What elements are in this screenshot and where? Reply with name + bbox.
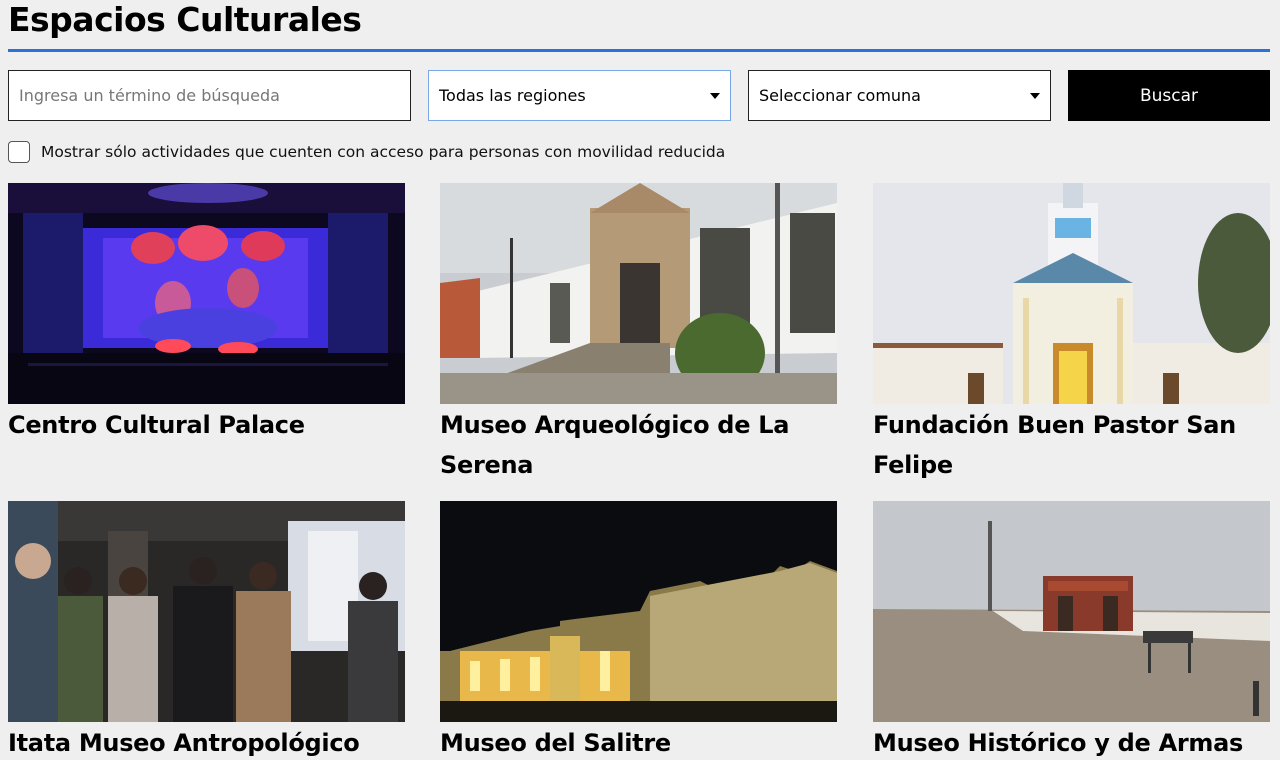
accessibility-filter: Mostrar sólo actividades que cuenten con… [8, 140, 725, 164]
card-itata-museo[interactable]: Itata Museo Antropológico [8, 501, 405, 760]
card-fundacion-buen-pastor[interactable]: Fundación Buen Pastor San Felipe [873, 183, 1270, 485]
card-title[interactable]: Fundación Buen Pastor San Felipe [873, 405, 1270, 485]
church-tower-photo[interactable] [873, 183, 1270, 404]
search-button[interactable]: Buscar [1068, 70, 1270, 121]
title-divider [8, 49, 1270, 52]
page-title: Espacios Culturales [8, 0, 362, 39]
card-title[interactable]: Itata Museo Antropológico [8, 723, 405, 760]
theater-stage-photo[interactable] [8, 183, 405, 404]
card-museo-arqueologico[interactable]: Museo Arqueológico de La Serena [440, 183, 837, 485]
comuna-select-value: Seleccionar comuna [759, 86, 921, 105]
card-title[interactable]: Museo Histórico y de Armas [873, 723, 1270, 760]
hilltop-monument-photo[interactable] [873, 501, 1270, 722]
card-title[interactable]: Museo del Salitre [440, 723, 837, 760]
card-museo-historico-armas[interactable]: Museo Histórico y de Armas [873, 501, 1270, 760]
card-title[interactable]: Museo Arqueológico de La Serena [440, 405, 837, 485]
comuna-select[interactable]: Seleccionar comuna [748, 70, 1051, 121]
region-select-value: Todas las regiones [439, 86, 586, 105]
card-title[interactable]: Centro Cultural Palace [8, 405, 405, 445]
accessibility-filter-label[interactable]: Mostrar sólo actividades que cuenten con… [41, 143, 725, 161]
accessibility-checkbox[interactable] [8, 141, 30, 163]
chevron-down-icon [710, 93, 720, 99]
night-building-photo[interactable] [440, 501, 837, 722]
card-museo-del-salitre[interactable]: Museo del Salitre [440, 501, 837, 760]
museum-facade-photo[interactable] [440, 183, 837, 404]
region-select[interactable]: Todas las regiones [428, 70, 731, 121]
search-input[interactable] [8, 70, 411, 121]
museum-visitors-photo[interactable] [8, 501, 405, 722]
card-centro-cultural-palace[interactable]: Centro Cultural Palace [8, 183, 405, 445]
chevron-down-icon [1030, 93, 1040, 99]
